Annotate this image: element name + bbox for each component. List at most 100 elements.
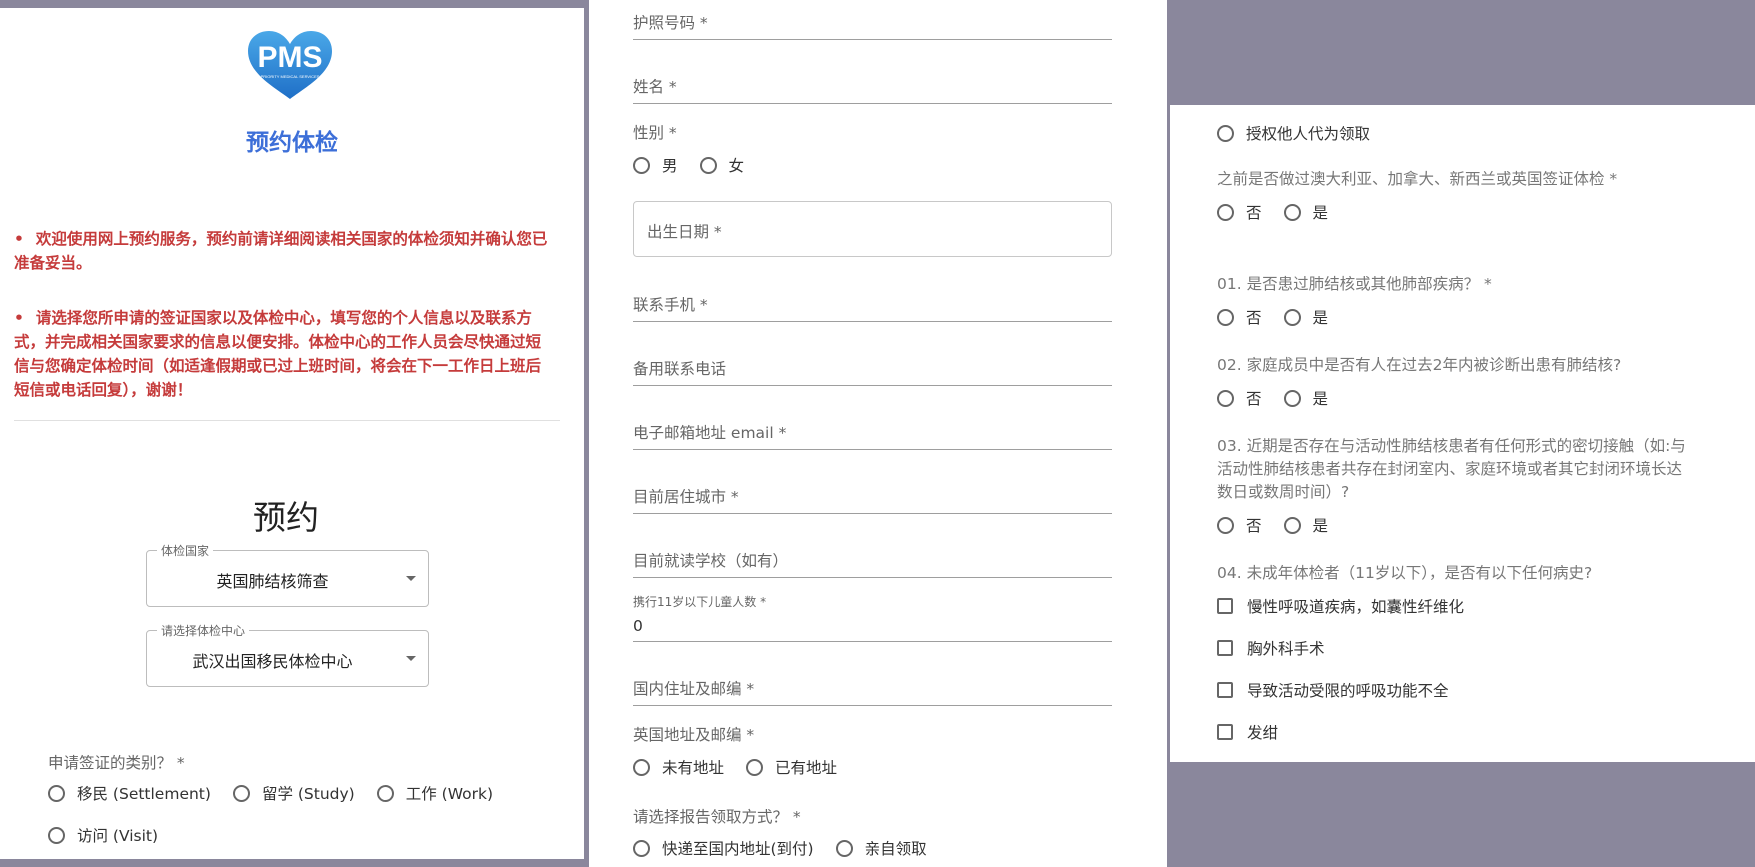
radio-no-address[interactable]: 未有地址	[633, 756, 724, 778]
notice-welcome: • 欢迎使用网上预约服务，预约前请详细阅读相关国家的体检须知并确认您已准备妥当。	[14, 227, 554, 275]
notice-instructions: • 请选择您所申请的签证国家以及体检中心，填写您的个人信息以及联系方式，并完成相关…	[14, 306, 554, 402]
radio-yes[interactable]: 是	[1283, 387, 1328, 409]
checkbox-respiratory-insufficiency[interactable]: 导致活动受限的呼吸功能不全	[1217, 679, 1449, 701]
chevron-down-icon	[406, 656, 416, 661]
center-select[interactable]: 请选择体检中心 武汉出国移民体检中心	[146, 622, 429, 687]
bullet-icon: •	[14, 309, 24, 327]
school-field[interactable]: 目前就读学校（如有）	[633, 549, 1112, 578]
radio-label: 否	[1246, 390, 1262, 408]
domestic-address-field[interactable]: 国内住址及邮编 *	[633, 677, 1112, 706]
email-label: 电子邮箱地址 email *	[633, 424, 787, 442]
radio-circle-icon[interactable]	[1283, 203, 1301, 221]
radio-label: 移民 (Settlement)	[77, 785, 211, 803]
radio-no[interactable]: 否	[1217, 306, 1262, 328]
checkbox-label: 导致活动受限的呼吸功能不全	[1247, 682, 1449, 700]
checkbox-icon[interactable]	[1217, 682, 1233, 698]
radio-authorize-others[interactable]: 授权他人代为领取	[1217, 122, 1370, 144]
pms-logo: PMS PRIORITY MEDICAL SERVICES	[244, 29, 336, 101]
radio-circle-icon[interactable]	[1217, 516, 1234, 534]
divider	[14, 420, 560, 421]
prior-exam-label: 之前是否做过澳大利亚、加拿大、新西兰或英国签证体检 *	[1217, 170, 1618, 188]
radio-work[interactable]: 工作 (Work)	[376, 782, 493, 804]
radio-label: 女	[728, 157, 745, 175]
checkbox-label: 慢性呼吸道疾病，如囊性纤维化	[1247, 598, 1465, 616]
city-field[interactable]: 目前居住城市 *	[633, 485, 1112, 514]
uk-address-radio-group: 未有地址 已有地址	[633, 756, 859, 778]
radio-no[interactable]: 否	[1217, 201, 1262, 223]
booking-panel-left: PMS PRIORITY MEDICAL SERVICES 预约体检 • 欢迎使用…	[0, 8, 584, 859]
checkbox-thoracic-surgery[interactable]: 胸外科手术	[1217, 637, 1325, 659]
email-field[interactable]: 电子邮箱地址 email *	[633, 421, 1112, 450]
radio-circle-icon[interactable]	[835, 839, 853, 857]
radio-settlement[interactable]: 移民 (Settlement)	[48, 782, 211, 804]
radio-label: 否	[1246, 517, 1262, 535]
radio-no[interactable]: 否	[1217, 387, 1262, 409]
radio-circle-icon[interactable]	[376, 784, 394, 802]
radio-visit[interactable]: 访问 (Visit)	[48, 824, 158, 846]
radio-male[interactable]: 男	[633, 154, 678, 176]
radio-self-pickup[interactable]: 亲自领取	[835, 837, 927, 859]
radio-label: 快递至国内地址(到付)	[662, 840, 814, 858]
country-select-label: 体检国家	[157, 542, 214, 559]
q1-radio-group: 否 是	[1217, 306, 1350, 328]
checkbox-label: 胸外科手术	[1247, 640, 1325, 658]
radio-no[interactable]: 否	[1217, 514, 1262, 536]
alt-phone-field[interactable]: 备用联系电话	[633, 357, 1112, 386]
radio-female[interactable]: 女	[699, 154, 745, 176]
checkbox-cyanosis[interactable]: 发绀	[1217, 721, 1278, 743]
children-count-field[interactable]: 携行11岁以下儿童人数 * 0	[633, 595, 1112, 642]
mobile-field[interactable]: 联系手机 *	[633, 293, 1112, 322]
section-title: 预约	[253, 498, 319, 537]
radio-yes[interactable]: 是	[1283, 306, 1328, 328]
radio-yes[interactable]: 是	[1283, 201, 1328, 223]
checkbox-icon[interactable]	[1217, 598, 1233, 614]
prior-exam-radio-group: 否 是	[1217, 201, 1350, 223]
checkbox-chronic-respiratory[interactable]: 慢性呼吸道疾病，如囊性纤维化	[1217, 595, 1464, 617]
name-field[interactable]: 姓名 *	[633, 75, 1112, 104]
radio-circle-icon[interactable]	[699, 156, 717, 174]
radio-courier[interactable]: 快递至国内地址(到付)	[633, 837, 814, 859]
radio-circle-icon[interactable]	[48, 784, 65, 802]
q3-radio-group: 否 是	[1217, 514, 1350, 536]
radio-circle-icon[interactable]	[746, 758, 764, 776]
radio-circle-icon[interactable]	[1283, 308, 1301, 326]
radio-circle-icon[interactable]	[633, 839, 650, 857]
radio-label: 否	[1246, 309, 1262, 327]
radio-circle-icon[interactable]	[633, 758, 650, 776]
mobile-label: 联系手机 *	[633, 296, 708, 314]
bullet-icon: •	[14, 230, 24, 248]
radio-circle-icon[interactable]	[48, 826, 65, 844]
booking-panel-right: 授权他人代为领取 之前是否做过澳大利亚、加拿大、新西兰或英国签证体检 * 否 是…	[1170, 105, 1755, 762]
gender-radio-group: 男 女	[633, 154, 766, 176]
page-title: 预约体检	[246, 130, 338, 156]
country-select[interactable]: 体检国家 英国肺结核筛查	[146, 542, 429, 607]
radio-yes[interactable]: 是	[1283, 514, 1328, 536]
radio-label: 授权他人代为领取	[1246, 125, 1371, 143]
report-method-label: 请选择报告领取方式？ *	[633, 808, 801, 826]
radio-circle-icon[interactable]	[232, 784, 250, 802]
checkbox-icon[interactable]	[1217, 640, 1233, 656]
radio-circle-icon[interactable]	[1217, 203, 1234, 221]
radio-circle-icon[interactable]	[633, 156, 650, 174]
passport-field[interactable]: 护照号码 *	[633, 11, 1112, 40]
radio-label: 否	[1246, 204, 1262, 222]
radio-circle-icon[interactable]	[1217, 308, 1234, 326]
radio-study[interactable]: 留学 (Study)	[232, 782, 355, 804]
booking-panel-middle: 护照号码 * 姓名 * 性别 * 男 女 出生日期 * 联系手机 * 备用联系电…	[589, 0, 1167, 867]
q4-label: 04. 未成年体检者（11岁以下），是否有以下任何病史?	[1217, 564, 1593, 582]
checkbox-icon[interactable]	[1217, 724, 1233, 740]
children-count-label: 携行11岁以下儿童人数 *	[633, 595, 767, 609]
radio-has-address[interactable]: 已有地址	[746, 756, 837, 778]
domestic-address-label: 国内住址及邮编 *	[633, 680, 755, 698]
radio-label: 已有地址	[775, 759, 838, 777]
radio-circle-icon[interactable]	[1283, 389, 1301, 407]
center-select-label: 请选择体检中心	[157, 622, 250, 639]
radio-circle-icon[interactable]	[1217, 389, 1234, 407]
authorize-radio: 授权他人代为领取	[1217, 122, 1392, 144]
q2-radio-group: 否 是	[1217, 387, 1350, 409]
radio-circle-icon[interactable]	[1283, 516, 1301, 534]
dob-field[interactable]: 出生日期 *	[633, 201, 1112, 257]
q1-label: 01. 是否患过肺结核或其他肺部疾病？ *	[1217, 275, 1492, 293]
city-label: 目前居住城市 *	[633, 488, 739, 506]
radio-circle-icon[interactable]	[1217, 124, 1234, 142]
